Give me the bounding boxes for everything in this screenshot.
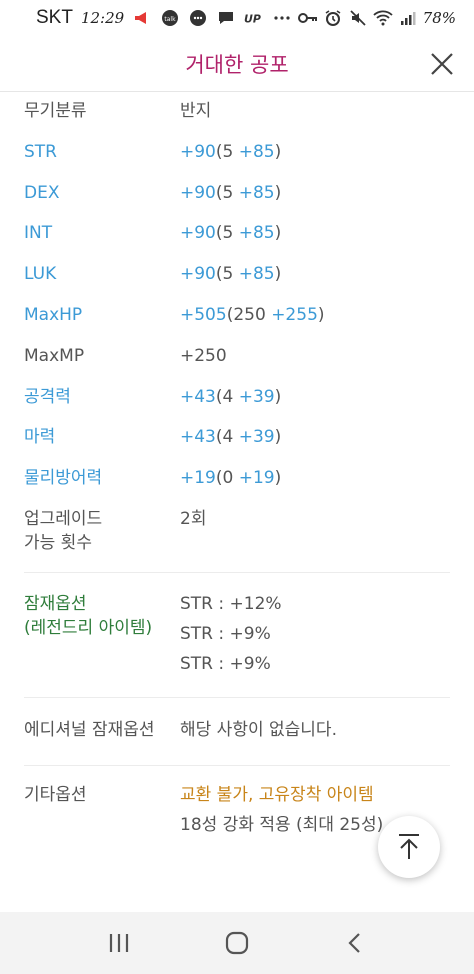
chat-icon bbox=[216, 9, 236, 27]
wifi-icon bbox=[373, 9, 393, 27]
etc-starforce-info: 18성 강화 적용 (최대 25성) bbox=[180, 815, 384, 835]
stat-value: +505(250 +255) bbox=[180, 305, 325, 325]
svg-text:talk: talk bbox=[165, 16, 177, 23]
stat-label: 마력 bbox=[24, 427, 56, 447]
talk-icon: talk bbox=[160, 9, 180, 27]
divider bbox=[24, 572, 450, 573]
stat-label: INT bbox=[24, 223, 53, 243]
stat-label: LUK bbox=[24, 264, 57, 284]
close-icon bbox=[431, 53, 453, 75]
signal-icon bbox=[398, 9, 418, 27]
stat-value: +250 bbox=[180, 346, 227, 366]
additional-potential-label: 에디셔널 잠재옵션 bbox=[24, 720, 155, 740]
stat-label: 무기분류 bbox=[24, 101, 87, 121]
home-button[interactable] bbox=[217, 923, 257, 963]
stat-label: DEX bbox=[24, 183, 60, 203]
stat-value: +90(5 +85) bbox=[180, 264, 282, 284]
alarm-icon bbox=[323, 9, 343, 27]
close-button[interactable] bbox=[428, 50, 456, 78]
upgrade-value: 2회 bbox=[180, 509, 207, 529]
up-icon: UP bbox=[244, 9, 264, 27]
stat-value: +19(0 +19) bbox=[180, 468, 282, 488]
potential-line: STR : +9% bbox=[180, 654, 271, 674]
upgrade-label: 업그레이드 가능 횟수 bbox=[24, 509, 103, 553]
stat-value: +90(5 +85) bbox=[180, 142, 282, 162]
back-icon bbox=[348, 933, 360, 953]
mute-icon bbox=[348, 9, 368, 27]
scroll-to-top-button[interactable] bbox=[378, 816, 440, 878]
stat-label: MaxHP bbox=[24, 305, 83, 325]
key-icon bbox=[297, 9, 318, 27]
potential-label: 잠재옵션 (레전드리 아이템) bbox=[24, 594, 153, 638]
potential-line: STR : +12% bbox=[180, 594, 282, 614]
megaphone-icon bbox=[132, 9, 152, 27]
potential-line: STR : +9% bbox=[180, 624, 271, 644]
stat-label: 물리방어력 bbox=[24, 468, 103, 488]
popup-header: 거대한 공포 bbox=[0, 36, 474, 92]
stat-value: +90(5 +85) bbox=[180, 183, 282, 203]
stat-label: STR bbox=[24, 142, 57, 162]
back-button[interactable] bbox=[335, 923, 375, 963]
recent-apps-icon bbox=[109, 934, 129, 952]
more-notifications-icon bbox=[272, 9, 292, 27]
stat-label: 공격력 bbox=[24, 387, 71, 407]
carrier-label: SKT bbox=[36, 7, 73, 28]
stat-label: MaxMP bbox=[24, 346, 85, 366]
message-icon bbox=[188, 9, 208, 27]
etc-trade-info: 교환 불가, 고유장착 아이템 bbox=[180, 785, 374, 805]
divider bbox=[24, 765, 450, 766]
stat-value: 반지 bbox=[180, 101, 212, 121]
potential-values: STR : +12% STR : +9% STR : +9% bbox=[180, 589, 460, 679]
stat-value: +43(4 +39) bbox=[180, 387, 282, 407]
status-bar: SKT 12:29 talk UP 78% bbox=[0, 0, 474, 36]
status-time: 12:29 bbox=[80, 9, 125, 27]
additional-potential-value: 해당 사항이 없습니다. bbox=[180, 720, 337, 740]
etc-options-label: 기타옵션 bbox=[24, 785, 87, 805]
stat-value: +43(4 +39) bbox=[180, 427, 282, 447]
page-title: 거대한 공포 bbox=[185, 53, 289, 77]
stat-value: +90(5 +85) bbox=[180, 223, 282, 243]
arrow-up-icon bbox=[399, 834, 419, 859]
divider bbox=[24, 697, 450, 698]
recent-apps-button[interactable] bbox=[99, 923, 139, 963]
home-icon bbox=[225, 931, 249, 955]
battery-percentage: 78% bbox=[422, 9, 456, 27]
svg-text:UP: UP bbox=[244, 13, 261, 25]
system-nav-bar bbox=[0, 912, 474, 974]
